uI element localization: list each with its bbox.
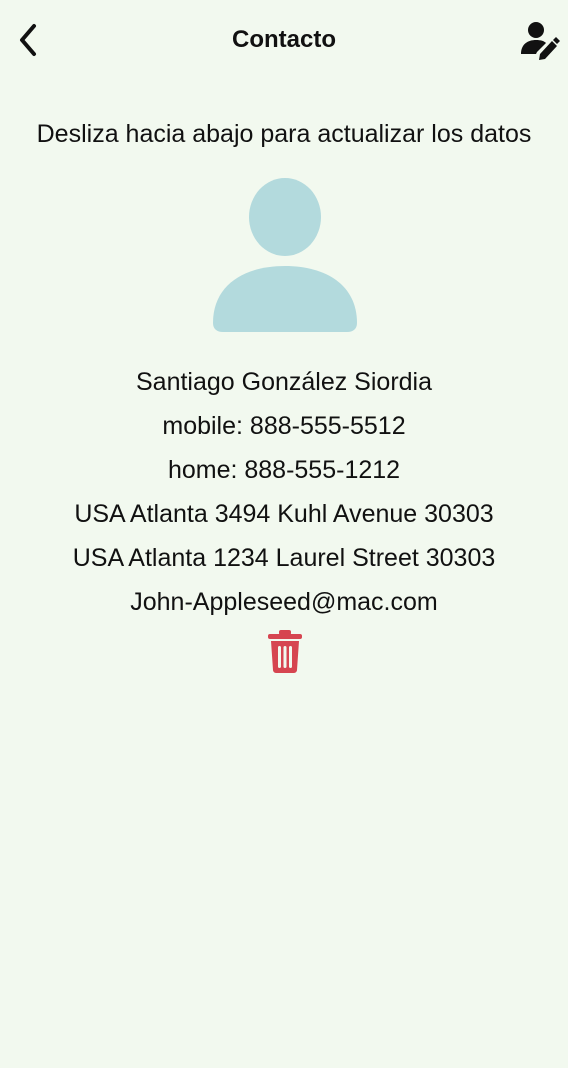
contact-detail-screen: Contacto Desliza hacia abajo para actual… <box>0 0 568 1068</box>
address-line: USA Atlanta 1234 Laurel Street 30303 <box>72 544 496 572</box>
person-placeholder-icon <box>213 178 357 332</box>
delete-contact-button[interactable] <box>262 626 308 676</box>
trash-icon <box>268 630 302 673</box>
address-line: USA Atlanta 3494 Kuhl Avenue 30303 <box>74 500 494 528</box>
edit-contact-icon <box>521 22 560 60</box>
phone-mobile: mobile: 888-555-5512 <box>162 412 406 440</box>
contact-name: Santiago González Siordia <box>135 368 433 396</box>
avatar <box>212 177 358 335</box>
phone-home: home: 888-555-1212 <box>167 456 401 484</box>
edit-contact-button[interactable] <box>516 18 564 62</box>
contact-details: Santiago González Siordia mobile: 888-55… <box>0 360 568 624</box>
email-address: John-Appleseed@mac.com <box>130 588 438 616</box>
page-title: Contacto <box>232 26 336 53</box>
navigation-bar: Contacto <box>0 0 568 80</box>
pull-to-refresh-hint: Desliza hacia abajo para actualizar los … <box>36 120 532 148</box>
